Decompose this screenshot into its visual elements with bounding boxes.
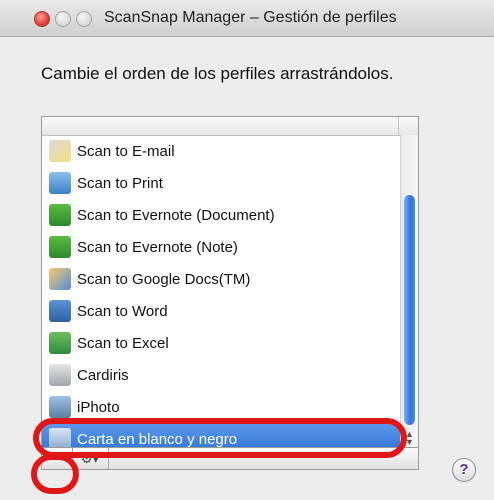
evernote-pdf-icon <box>49 204 71 226</box>
list-item[interactable]: Scan to Print <box>42 167 400 199</box>
profile-label: iPhoto <box>77 398 120 416</box>
zoom-window-button[interactable] <box>76 11 92 27</box>
list-item[interactable]: Scan to Evernote (Note) <box>42 231 400 263</box>
printer-icon <box>49 172 71 194</box>
profile-label: Scan to Google Docs(TM) <box>77 270 251 288</box>
scrollbar-thumb[interactable] <box>404 195 415 425</box>
evernote-jpg-icon <box>49 236 71 258</box>
word-icon <box>49 300 71 322</box>
highlight-selected-profile <box>33 418 407 458</box>
profile-label: Scan to Excel <box>77 334 169 352</box>
cardiris-icon <box>49 364 71 386</box>
window-title: ScanSnap Manager – Gestión de perfiles <box>104 9 397 26</box>
list-item[interactable]: Scan to Evernote (Document) <box>42 199 400 231</box>
profile-label: Scan to Evernote (Document) <box>77 206 275 224</box>
profile-label: Cardiris <box>77 366 129 384</box>
close-window-button[interactable] <box>34 11 50 27</box>
minimize-window-button[interactable] <box>55 11 71 27</box>
vertical-scrollbar[interactable]: ▲ ▼ <box>400 135 418 447</box>
profile-label: Scan to Print <box>77 174 163 192</box>
profile-list[interactable]: Scan to E-mail Scan to Print Scan to Eve… <box>41 116 419 448</box>
profile-label: Scan to Word <box>77 302 168 320</box>
profile-label: Scan to Evernote (Note) <box>77 238 238 256</box>
title-bar: ScanSnap Manager – Gestión de perfiles <box>0 0 494 37</box>
iphoto-icon <box>49 396 71 418</box>
list-item[interactable]: Scan to Excel <box>42 327 400 359</box>
excel-icon <box>49 332 71 354</box>
help-button[interactable]: ? <box>452 458 476 482</box>
list-item[interactable]: Scan to Word <box>42 295 400 327</box>
list-item[interactable]: Scan to E-mail <box>42 135 400 167</box>
email-icon <box>49 140 71 162</box>
list-header <box>42 117 418 136</box>
highlight-remove-button <box>31 454 79 494</box>
list-item[interactable]: Cardiris <box>42 359 400 391</box>
profile-manager-window: ScanSnap Manager – Gestión de perfiles C… <box>0 0 494 500</box>
instruction-text: Cambie el orden de los perfiles arrastrá… <box>41 64 394 83</box>
profile-label: Scan to E-mail <box>77 142 175 160</box>
google-docs-icon <box>49 268 71 290</box>
list-item[interactable]: Scan to Google Docs(TM) <box>42 263 400 295</box>
